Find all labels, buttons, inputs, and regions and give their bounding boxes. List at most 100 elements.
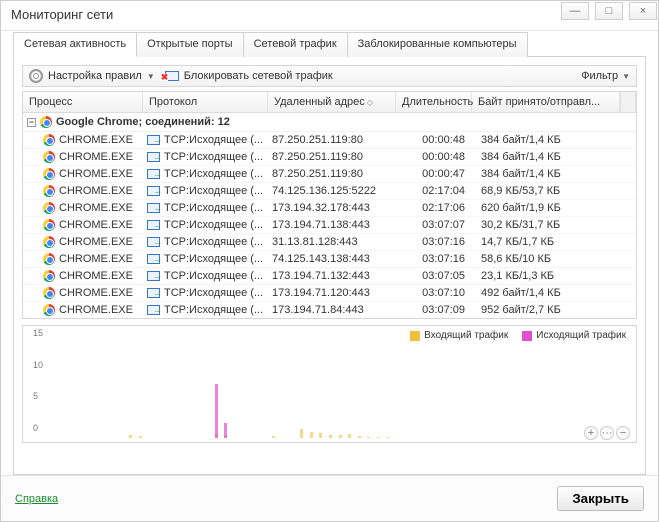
bar-incoming bbox=[129, 435, 132, 438]
cell-protocol: TCP:Исходящее (... bbox=[147, 151, 272, 163]
cell-bytes: 30,2 КБ/31,7 КБ bbox=[475, 219, 632, 231]
minimize-button[interactable]: — bbox=[561, 2, 589, 20]
cell-protocol: TCP:Исходящее (... bbox=[147, 134, 272, 146]
table-row[interactable]: CHROME.EXETCP:Исходящее (...173.194.71.1… bbox=[23, 285, 636, 302]
cell-remote: 74.125.136.125:5222 bbox=[272, 185, 400, 197]
col-process[interactable]: Процесс bbox=[23, 92, 143, 112]
tab-network-traffic[interactable]: Сетевой трафик bbox=[243, 32, 348, 57]
cell-remote: 173.194.71.120:443 bbox=[272, 287, 400, 299]
y-tick: 0 bbox=[33, 423, 38, 433]
cell-process: CHROME.EXE bbox=[27, 185, 147, 197]
main-panel: Настройка правил ▼ ✖ Блокировать сетевой… bbox=[13, 56, 646, 475]
traffic-chart: Входящий трафик Исходящий трафик 051015 … bbox=[22, 325, 637, 443]
cell-process: CHROME.EXE bbox=[27, 134, 147, 146]
tab-network-activity[interactable]: Сетевая активность bbox=[13, 32, 137, 57]
table-header: Процесс Протокол Удаленный адрес◇ Длител… bbox=[23, 92, 636, 113]
close-button[interactable]: Закрыть bbox=[557, 486, 644, 511]
zoom-controls: + ··· − bbox=[584, 426, 630, 440]
chrome-icon bbox=[43, 151, 55, 163]
tab-blocked-computers[interactable]: Заблокированные компьютеры bbox=[347, 32, 528, 57]
cell-bytes: 58,6 КБ/10 КБ bbox=[475, 253, 632, 265]
bar-outgoing bbox=[224, 423, 227, 438]
net-out-icon bbox=[147, 237, 160, 247]
maximize-button[interactable]: □ bbox=[595, 2, 623, 20]
zoom-sep: ··· bbox=[600, 426, 614, 440]
table-row[interactable]: CHROME.EXETCP:Исходящее (...173.194.71.1… bbox=[23, 268, 636, 285]
table-row[interactable]: CHROME.EXETCP:Исходящее (...173.194.71.1… bbox=[23, 217, 636, 234]
table-row[interactable]: CHROME.EXETCP:Исходящее (...31.13.81.128… bbox=[23, 234, 636, 251]
help-link[interactable]: Справка bbox=[15, 493, 58, 505]
y-tick: 5 bbox=[33, 391, 38, 401]
chrome-icon bbox=[43, 287, 55, 299]
cell-protocol: TCP:Исходящее (... bbox=[147, 219, 272, 231]
chrome-icon bbox=[43, 134, 55, 146]
col-bytes[interactable]: Байт принято/отправл... bbox=[472, 92, 620, 112]
bar-incoming bbox=[367, 437, 370, 438]
filter-button[interactable]: Фильтр ▼ bbox=[581, 70, 630, 82]
chrome-icon bbox=[43, 304, 55, 316]
zoom-out-button[interactable]: − bbox=[616, 426, 630, 440]
cell-process: CHROME.EXE bbox=[27, 168, 147, 180]
net-out-icon bbox=[147, 169, 160, 179]
bar-incoming bbox=[310, 432, 313, 438]
table-row[interactable]: CHROME.EXETCP:Исходящее (...87.250.251.1… bbox=[23, 132, 636, 149]
cell-duration: 02:17:06 bbox=[400, 202, 475, 214]
cell-protocol: TCP:Исходящее (... bbox=[147, 168, 272, 180]
table-row[interactable]: CHROME.EXETCP:Исходящее (...74.125.143.1… bbox=[23, 251, 636, 268]
net-out-icon bbox=[147, 186, 160, 196]
footer: Справка Закрыть bbox=[1, 475, 658, 521]
scrollbar-head bbox=[620, 92, 636, 112]
chrome-icon bbox=[43, 270, 55, 282]
collapse-icon[interactable]: − bbox=[27, 118, 36, 127]
table-row[interactable]: CHROME.EXETCP:Исходящее (...173.194.71.8… bbox=[23, 302, 636, 318]
rules-settings-button[interactable]: Настройка правил ▼ bbox=[29, 69, 155, 83]
chevron-down-icon: ▼ bbox=[622, 72, 630, 81]
cell-duration: 00:00:47 bbox=[400, 168, 475, 180]
table-body[interactable]: − Google Chrome; соединений: 12 CHROME.E… bbox=[23, 113, 636, 318]
bar-incoming bbox=[339, 435, 342, 438]
col-remote-address[interactable]: Удаленный адрес◇ bbox=[268, 92, 396, 112]
cell-remote: 87.250.251.119:80 bbox=[272, 151, 400, 163]
cell-bytes: 492 байт/1,4 КБ bbox=[475, 287, 632, 299]
table-row[interactable]: CHROME.EXETCP:Исходящее (...173.194.32.1… bbox=[23, 200, 636, 217]
cell-duration: 03:07:09 bbox=[400, 304, 475, 316]
titlebar: Мониторинг сети — □ × bbox=[1, 1, 658, 31]
bar-incoming bbox=[386, 437, 389, 438]
cell-process: CHROME.EXE bbox=[27, 219, 147, 231]
cell-protocol: TCP:Исходящее (... bbox=[147, 236, 272, 248]
cell-remote: 87.250.251.119:80 bbox=[272, 168, 400, 180]
table-row[interactable]: CHROME.EXETCP:Исходящее (...87.250.251.1… bbox=[23, 149, 636, 166]
group-row-chrome[interactable]: − Google Chrome; соединений: 12 bbox=[23, 113, 636, 132]
cell-remote: 31.13.81.128:443 bbox=[272, 236, 400, 248]
net-out-icon bbox=[147, 254, 160, 264]
col-duration[interactable]: Длительность bbox=[396, 92, 472, 112]
cell-process: CHROME.EXE bbox=[27, 151, 147, 163]
table-row[interactable]: CHROME.EXETCP:Исходящее (...74.125.136.1… bbox=[23, 183, 636, 200]
cell-duration: 00:00:48 bbox=[400, 151, 475, 163]
chrome-icon bbox=[40, 116, 52, 128]
legend-outgoing: Исходящий трафик bbox=[522, 330, 626, 341]
cell-process: CHROME.EXE bbox=[27, 304, 147, 316]
chrome-icon bbox=[43, 185, 55, 197]
chrome-icon bbox=[43, 236, 55, 248]
cell-process: CHROME.EXE bbox=[27, 236, 147, 248]
tab-open-ports[interactable]: Открытые порты bbox=[136, 32, 243, 57]
cell-duration: 03:07:16 bbox=[400, 236, 475, 248]
cell-remote: 173.194.71.84:443 bbox=[272, 304, 400, 316]
cell-process: CHROME.EXE bbox=[27, 270, 147, 282]
net-out-icon bbox=[147, 203, 160, 213]
block-traffic-button[interactable]: ✖ Блокировать сетевой трафик bbox=[165, 70, 333, 82]
cell-duration: 03:07:16 bbox=[400, 253, 475, 265]
cell-remote: 173.194.71.132:443 bbox=[272, 270, 400, 282]
zoom-in-button[interactable]: + bbox=[584, 426, 598, 440]
window-title: Мониторинг сети bbox=[11, 7, 113, 22]
swatch-outgoing bbox=[522, 331, 532, 341]
cell-protocol: TCP:Исходящее (... bbox=[147, 202, 272, 214]
table-row[interactable]: CHROME.EXETCP:Исходящее (...87.250.251.1… bbox=[23, 166, 636, 183]
col-protocol[interactable]: Протокол bbox=[143, 92, 268, 112]
cell-process: CHROME.EXE bbox=[27, 253, 147, 265]
net-out-icon bbox=[147, 220, 160, 230]
close-window-button[interactable]: × bbox=[629, 2, 657, 20]
cell-bytes: 384 байт/1,4 КБ bbox=[475, 134, 632, 146]
gear-icon bbox=[29, 69, 43, 83]
